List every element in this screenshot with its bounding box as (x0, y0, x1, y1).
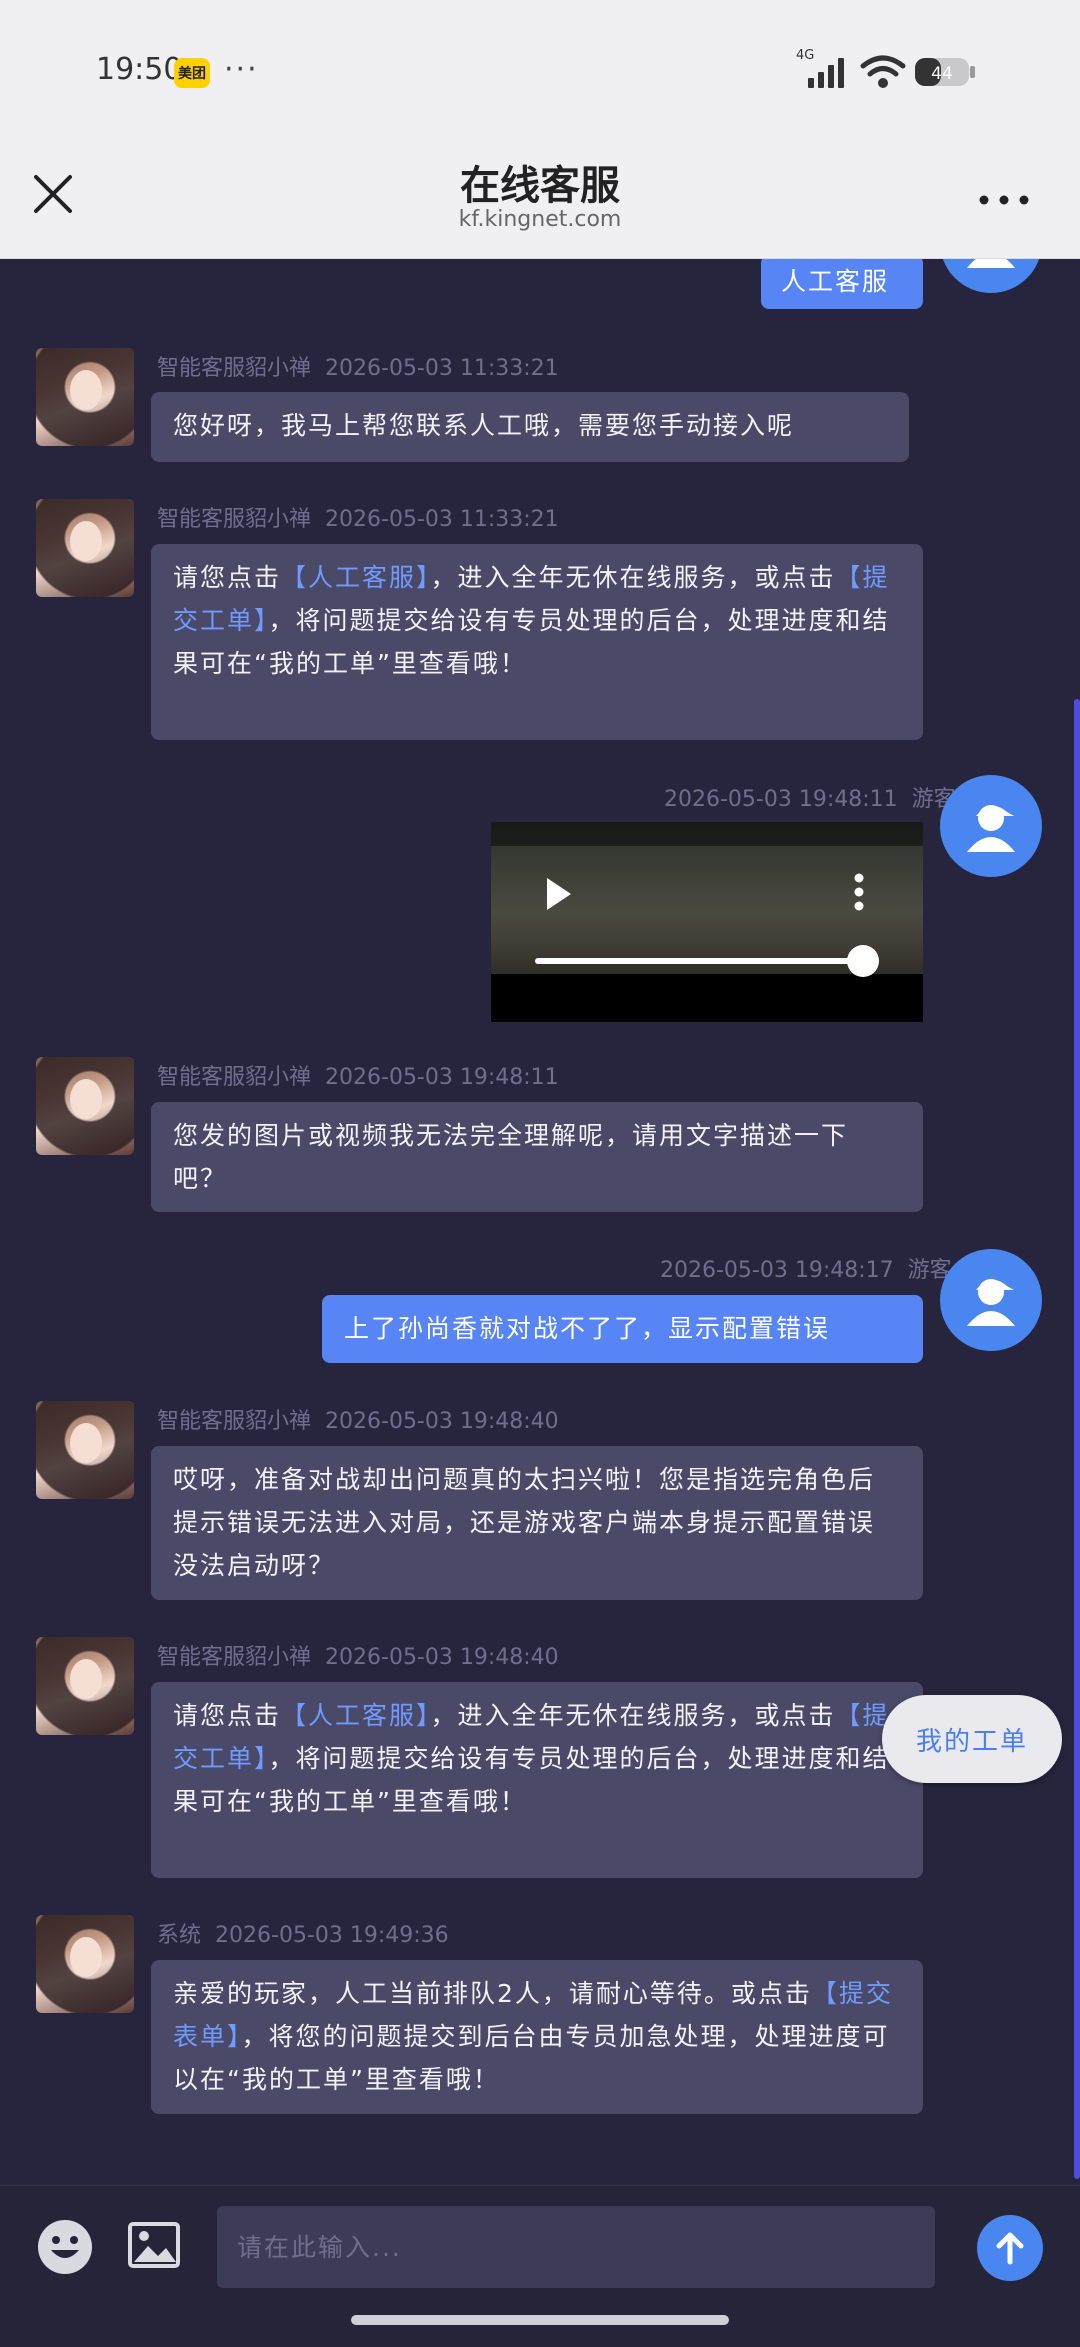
bot-avatar (36, 1401, 134, 1499)
video-bottom-bar (491, 974, 923, 1022)
page-subtitle-domain: kf.kingnet.com (458, 207, 622, 232)
human-service-link[interactable]: 【人工客服】 (281, 1701, 431, 1730)
message-meta: 智能客服貂小禅 2026-05-03 11:33:21 (157, 350, 559, 382)
message-text: ，将您的问题提交到后台由专员加急处理，处理进度可以在“我的工单”里查看哦！ (173, 2022, 890, 2094)
message-text: 您好呀，我马上帮您联系人工哦，需要您手动接入呢 (173, 411, 795, 440)
more-icon[interactable] (976, 185, 1032, 215)
message-time: 2026-05-03 19:48:17 (660, 1258, 894, 1283)
message-meta: 2026-05-03 19:48:11 游客 (664, 781, 956, 813)
message-text: ，将问题提交给设有专员处理的后台，处理进度和结果可在“我的工单”里查看哦！ (173, 1744, 890, 1816)
message-text: 亲爱的玩家，人工当前排队2人，请耐心等待。或点击 (173, 1979, 812, 2008)
status-time: 19:50 (96, 52, 183, 87)
page-title: 在线客服 (460, 162, 620, 209)
image-icon[interactable] (128, 2220, 180, 2270)
video-progress-track[interactable] (535, 958, 865, 964)
emoji-icon[interactable] (36, 2218, 94, 2276)
message-meta: 系统 2026-05-03 19:49:36 (157, 1917, 449, 1949)
input-bar (0, 2185, 1080, 2347)
status-bar: 19:50 美团 ··· 4G 44 (0, 0, 1080, 145)
video-game-hud (491, 822, 923, 846)
video-progress-knob[interactable] (847, 945, 879, 977)
user-avatar-icon (967, 805, 1015, 852)
message-meta: 智能客服貂小禅 2026-05-03 11:33:21 (157, 501, 559, 533)
chat-message-list[interactable]: 人工客服 智能客服貂小禅 2026-05-03 11:33:21 您好呀，我马上帮… (0, 259, 1080, 2185)
bot-avatar (36, 1057, 134, 1155)
user-avatar (940, 775, 1042, 877)
video-menu-icon[interactable] (853, 872, 865, 912)
user-message-bubble: 上了孙尚香就对战不了了，显示配置错误 (322, 1295, 923, 1363)
my-tickets-button[interactable]: 我的工单 (882, 1695, 1062, 1783)
video-message[interactable] (491, 822, 923, 1022)
message-time: 2026-05-03 11:33:21 (325, 356, 559, 381)
bot-message-bubble: 哎呀，准备对战却出问题真的太扫兴啦！您是指选完角色后提示错误无法进入对局，还是游… (151, 1446, 923, 1600)
meituan-app-badge: 美团 (174, 58, 210, 88)
system-message-bubble: 亲爱的玩家，人工当前排队2人，请耐心等待。或点击【提交表单】，将您的问题提交到后… (151, 1960, 923, 2114)
user-message-bubble: 人工客服 (761, 259, 923, 309)
message-text: 请您点击 (173, 1701, 282, 1730)
sender-name: 智能客服貂小禅 (157, 1409, 312, 1434)
message-meta: 2026-05-03 19:48:17 游客 (660, 1252, 952, 1284)
message-input[interactable] (217, 2206, 935, 2288)
user-avatar-icon (967, 259, 1015, 268)
send-arrow-icon (996, 2232, 1024, 2265)
user-avatar-icon (967, 1279, 1015, 1326)
bot-avatar (36, 348, 134, 446)
message-text: 哎呀，准备对战却出问题真的太扫兴啦！您是指选完角色后提示错误无法进入对局，还是游… (173, 1465, 876, 1580)
battery-level: 44 (931, 64, 953, 84)
message-time: 2026-05-03 19:48:11 (325, 1065, 559, 1090)
message-text: ，进入全年无休在线服务，或点击 (430, 1701, 836, 1730)
system-avatar (36, 1915, 134, 2013)
message-meta: 智能客服貂小禅 2026-05-03 19:48:40 (157, 1639, 559, 1671)
sender-name: 智能客服貂小禅 (157, 507, 312, 532)
message-meta: 智能客服貂小禅 2026-05-03 19:48:40 (157, 1403, 559, 1435)
bot-message-bubble: 请您点击【人工客服】，进入全年无休在线服务，或点击【提交工单】，将问题提交给设有… (151, 1682, 923, 1878)
home-indicator[interactable] (351, 2315, 729, 2325)
header: 在线客服 kf.kingnet.com (0, 145, 1080, 259)
message-text: 您发的图片或视频我无法完全理解呢，请用文字描述一下吧？ (173, 1121, 849, 1193)
message-time: 2026-05-03 11:33:21 (325, 507, 559, 532)
sender-name: 系统 (157, 1923, 202, 1948)
wifi-icon (860, 55, 906, 88)
sender-name: 智能客服貂小禅 (157, 1065, 312, 1090)
send-button[interactable] (977, 2215, 1043, 2281)
play-icon[interactable] (543, 874, 575, 914)
message-meta: 智能客服貂小禅 2026-05-03 19:48:11 (157, 1059, 559, 1091)
message-text: ，将问题提交给设有专员处理的后台，处理进度和结果可在“我的工单”里查看哦！ (173, 606, 890, 678)
message-text: 上了孙尚香就对战不了了，显示配置错误 (344, 1314, 831, 1343)
bot-message-bubble: 您好呀，我马上帮您联系人工哦，需要您手动接入呢 (151, 392, 909, 462)
bot-message-bubble: 请您点击【人工客服】，进入全年无休在线服务，或点击【提交工单】，将问题提交给设有… (151, 544, 923, 740)
bot-message-bubble: 您发的图片或视频我无法完全理解呢，请用文字描述一下吧？ (151, 1102, 923, 1212)
message-text: ，进入全年无休在线服务，或点击 (430, 563, 836, 592)
message-time: 2026-05-03 19:48:40 (325, 1645, 559, 1670)
status-more-dots: ··· (224, 52, 259, 87)
human-service-link[interactable]: 【人工客服】 (281, 563, 431, 592)
chat-scrollbar[interactable] (1074, 699, 1080, 2179)
user-avatar (940, 1249, 1042, 1351)
signal-icon (808, 58, 844, 88)
message-text: 请您点击 (173, 563, 282, 592)
battery-icon: 44 (915, 58, 975, 86)
sender-name: 智能客服貂小禅 (157, 1645, 312, 1670)
bot-avatar (36, 499, 134, 597)
message-time: 2026-05-03 19:49:36 (215, 1923, 449, 1948)
message-text: 人工客服 (781, 267, 890, 296)
message-time: 2026-05-03 19:48:40 (325, 1409, 559, 1434)
sender-name: 智能客服貂小禅 (157, 356, 312, 381)
user-avatar (940, 259, 1042, 293)
bot-avatar (36, 1637, 134, 1735)
message-time: 2026-05-03 19:48:11 (664, 787, 898, 812)
